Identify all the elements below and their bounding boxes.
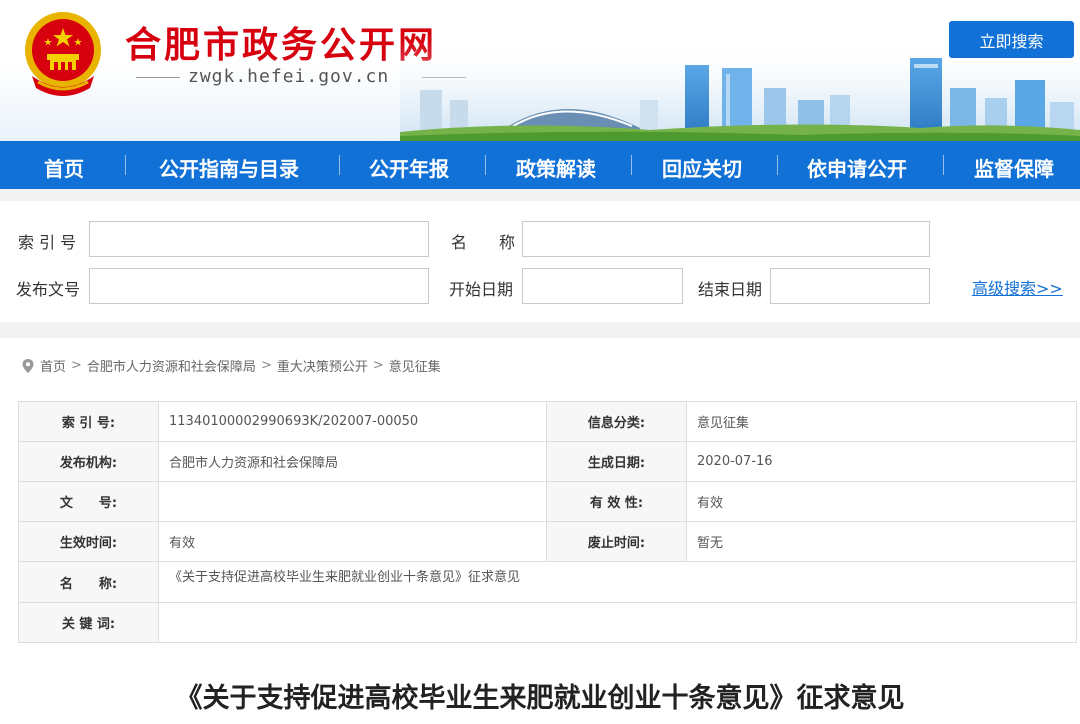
table-row: 名 称: 《关于支持促进高校毕业生来肥就业创业十条意见》征求意见	[18, 561, 1077, 603]
doc-no-meta-label: 文 号:	[18, 481, 159, 522]
advanced-search-link[interactable]: 高级搜索>>	[972, 275, 1063, 299]
table-row: 索 引 号: 11340100002990693K/202007-00050 信…	[18, 401, 1077, 442]
breadcrumb-separator: >	[71, 358, 82, 373]
nav-divider	[631, 155, 632, 175]
breadcrumb-section[interactable]: 重大决策预公开	[277, 356, 368, 375]
location-pin-icon	[22, 358, 34, 373]
breadcrumb-home[interactable]: 首页	[40, 356, 66, 375]
doc-no-input[interactable]	[89, 268, 429, 304]
nav-item-application[interactable]: 依申请公开	[807, 153, 907, 182]
breadcrumb-current[interactable]: 意见征集	[389, 356, 441, 375]
index-no-meta-label: 索 引 号:	[18, 401, 159, 442]
name-label: 名 称	[451, 233, 516, 252]
validity-meta-label: 有 效 性:	[546, 481, 687, 522]
document-title: 《关于支持促进高校毕业生来肥就业创业十条意见》征求意见	[175, 683, 905, 714]
category-value: 意见征集	[686, 401, 1077, 442]
table-row: 关 键 词:	[18, 602, 1077, 643]
document-meta-table: 索 引 号: 11340100002990693K/202007-00050 信…	[18, 401, 1077, 643]
repeal-date-value: 暂无	[686, 521, 1077, 562]
name-input[interactable]	[522, 221, 930, 257]
nav-divider	[339, 155, 340, 175]
table-row: 生效时间: 有效 废止时间: 暂无	[18, 521, 1077, 562]
created-date-value: 2020-07-16	[686, 441, 1077, 482]
nav-item-guide[interactable]: 公开指南与目录	[159, 153, 299, 182]
end-date-input[interactable]	[770, 268, 930, 304]
doc-no-label: 发布文号	[16, 280, 81, 299]
breadcrumb: 首页 > 合肥市人力资源和社会保障局 > 重大决策预公开 > 意见征集	[22, 356, 441, 375]
repeal-date-meta-label: 废止时间:	[546, 521, 687, 562]
table-row: 发布机构: 合肥市人力资源和社会保障局 生成日期: 2020-07-16	[18, 441, 1077, 482]
name-meta-label: 名 称:	[18, 561, 159, 603]
breadcrumb-separator: >	[260, 358, 272, 373]
table-row: 文 号: 有 效 性: 有效	[18, 481, 1077, 522]
nav-item-response[interactable]: 回应关切	[662, 153, 742, 182]
validity-value: 有效	[686, 481, 1077, 522]
breadcrumb-separator: >	[372, 358, 384, 373]
index-no-input[interactable]	[89, 221, 429, 257]
nav-divider	[943, 155, 944, 175]
keywords-meta-label: 关 键 词:	[18, 602, 159, 643]
keywords-value	[158, 602, 1077, 643]
nav-item-supervision[interactable]: 监督保障	[974, 153, 1054, 182]
nav-item-policy[interactable]: 政策解读	[516, 153, 596, 182]
nav-divider	[125, 155, 126, 175]
main-nav: 首页 公开指南与目录 公开年报 政策解读 回应关切 依申请公开 监督保障	[0, 141, 1080, 189]
publisher-meta-label: 发布机构:	[18, 441, 159, 482]
publisher-value: 合肥市人力资源和社会保障局	[158, 441, 547, 482]
index-no-value: 11340100002990693K/202007-00050	[158, 401, 547, 442]
index-no-label: 索 引 号	[18, 233, 77, 252]
national-emblem-icon	[25, 12, 101, 96]
start-date-label: 开始日期	[449, 280, 514, 299]
site-header: 合肥市政务公开网 zwgk.hefei.gov.cn	[0, 0, 1080, 141]
end-date-label: 结束日期	[698, 280, 763, 299]
nav-item-home[interactable]: 首页	[44, 153, 84, 182]
site-domain: zwgk.hefei.gov.cn	[188, 66, 390, 87]
site-title: 合肥市政务公开网	[125, 25, 438, 66]
search-button[interactable]: 立即搜索	[949, 21, 1074, 58]
effective-date-meta-label: 生效时间:	[18, 521, 159, 562]
nav-divider	[777, 155, 778, 175]
effective-date-value: 有效	[158, 521, 547, 562]
document-name-value: 《关于支持促进高校毕业生来肥就业创业十条意见》征求意见	[158, 561, 1077, 603]
created-date-meta-label: 生成日期:	[546, 441, 687, 482]
doc-no-value	[158, 481, 547, 522]
breadcrumb-department[interactable]: 合肥市人力资源和社会保障局	[87, 356, 256, 375]
nav-divider	[485, 155, 486, 175]
nav-item-annual-report[interactable]: 公开年报	[369, 153, 449, 182]
category-meta-label: 信息分类:	[546, 401, 687, 442]
start-date-input[interactable]	[522, 268, 683, 304]
